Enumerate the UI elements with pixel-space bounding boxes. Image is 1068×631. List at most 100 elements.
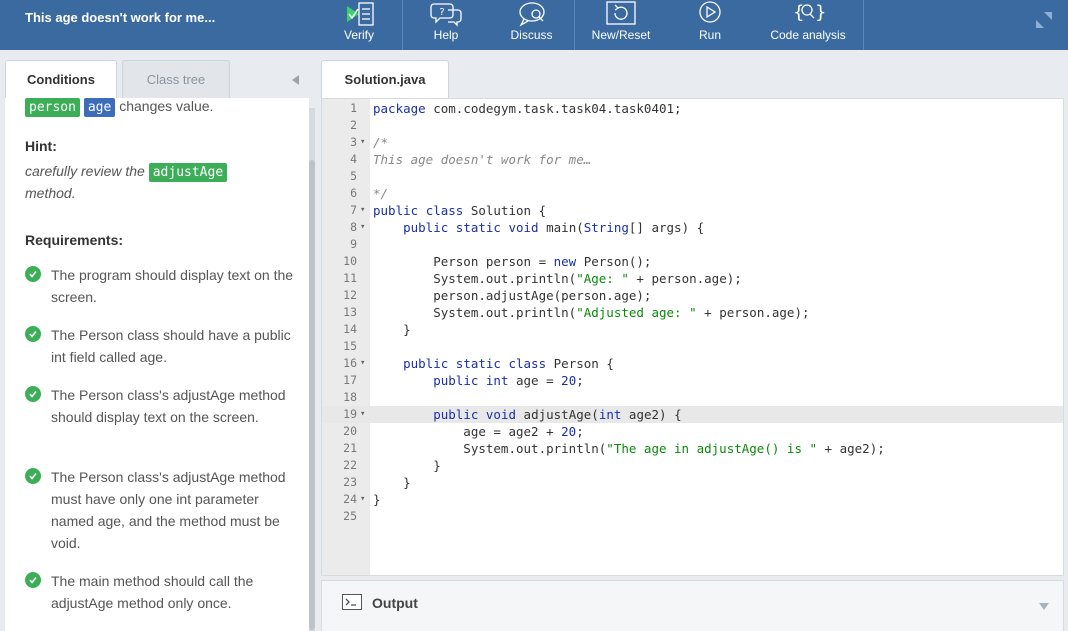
- code-line[interactable]: 22 }: [322, 457, 1063, 474]
- check-icon: [25, 572, 41, 588]
- requirement-item: The Person class's adjustAge method shou…: [25, 384, 295, 428]
- discuss-label: Discuss: [510, 28, 553, 42]
- verify-button[interactable]: Verify: [316, 0, 403, 50]
- requirement-text: The Person class's adjustAge method must…: [51, 469, 286, 551]
- code-line[interactable]: 12 person.adjustAge(person.age);: [322, 287, 1063, 304]
- fold-arrow-icon[interactable]: ▾: [360, 219, 365, 236]
- code-text: package com.codegym.task.task04.task0401…: [373, 101, 682, 116]
- run-label: Run: [698, 28, 721, 42]
- run-button[interactable]: Run: [667, 0, 753, 50]
- code-text: public class Solution {: [373, 203, 547, 218]
- code-text: }: [373, 322, 411, 337]
- output-panel[interactable]: Output: [321, 580, 1064, 631]
- code-line[interactable]: 20 age = age2 + 20;: [322, 423, 1063, 440]
- code-text: }: [373, 492, 381, 507]
- code-line[interactable]: 16 ▾ public static class Person {: [322, 355, 1063, 372]
- code-line[interactable]: 6 */: [322, 185, 1063, 202]
- code-text: public static class Person {: [403, 356, 614, 371]
- code-line[interactable]: 1 package com.codegym.task.task04.task040…: [322, 100, 1063, 117]
- code-line[interactable]: 8 ▾ public static void main(String[] args…: [322, 219, 1063, 236]
- line-number: 7: [350, 203, 357, 217]
- code-text: public static void main(String[] args) {: [403, 220, 705, 235]
- code-analysis-button[interactable]: { } Code analysis: [753, 0, 864, 50]
- code-line[interactable]: 4 This age doesn't work for me…: [322, 151, 1063, 168]
- requirement-text: The Person class should have a public in…: [51, 327, 291, 365]
- line-number: 12: [343, 288, 357, 302]
- requirement-text: The main method should call the adjustAg…: [51, 573, 254, 611]
- hint-title: Hint:: [25, 138, 57, 154]
- tab-class-tree[interactable]: Class tree: [122, 60, 230, 98]
- discuss-button[interactable]: Discuss: [489, 0, 575, 50]
- code-line[interactable]: 11 System.out.println("Age: " + person.a…: [322, 270, 1063, 287]
- code-line[interactable]: 23 }: [322, 474, 1063, 491]
- line-number: 11: [343, 271, 357, 285]
- line-number: 21: [343, 441, 357, 455]
- code-line[interactable]: 13 System.out.println("Adjusted age: " +…: [322, 304, 1063, 321]
- line-number: 9: [350, 237, 357, 251]
- code-line[interactable]: 14 }: [322, 321, 1063, 338]
- code-line[interactable]: 10 Person person = new Person();: [322, 253, 1063, 270]
- condition-line: person age changes value.: [25, 98, 213, 117]
- help-icon: ?: [426, 0, 466, 28]
- code-text: }: [373, 458, 441, 473]
- check-icon: [25, 468, 41, 484]
- fold-arrow-icon[interactable]: ▾: [360, 134, 365, 151]
- panel-collapse-arrow-icon[interactable]: [292, 72, 300, 90]
- code-line[interactable]: 24 ▾}: [322, 491, 1063, 508]
- help-button[interactable]: ? Help: [403, 0, 489, 50]
- run-icon: [690, 0, 730, 28]
- code-line[interactable]: 18: [322, 389, 1063, 406]
- check-icon: [25, 266, 41, 282]
- code-text: System.out.println("Adjusted age: " + pe…: [373, 305, 810, 320]
- code-line[interactable]: 21 System.out.println("The age in adjust…: [322, 440, 1063, 457]
- new-reset-button[interactable]: New/Reset: [575, 0, 667, 50]
- line-number: 4: [350, 152, 357, 166]
- requirement-item: The Person class should have a public in…: [25, 324, 295, 368]
- requirement-item: The program should display text on the s…: [25, 264, 295, 308]
- code-line[interactable]: 2: [322, 117, 1063, 134]
- output-title: Output: [372, 595, 418, 611]
- chevron-down-icon[interactable]: [1039, 598, 1049, 616]
- editor-tabs: Solution.java: [316, 50, 1068, 98]
- fold-arrow-icon[interactable]: ▾: [360, 406, 365, 423]
- top-bar: This age doesn't work for me... Verify ?: [0, 0, 1068, 50]
- reset-icon: [601, 0, 641, 28]
- line-number: 10: [343, 254, 357, 268]
- line-number: 18: [343, 390, 357, 404]
- code-text: age = age2 + 20;: [373, 424, 584, 439]
- code-analysis-icon: { }: [788, 0, 828, 28]
- code-line[interactable]: 3 ▾ /*: [322, 134, 1063, 151]
- line-number: 24: [343, 492, 357, 506]
- file-tab-solution[interactable]: Solution.java: [321, 60, 449, 98]
- requirement-item: The Person class's adjustAge method must…: [25, 466, 295, 554]
- line-number: 3: [350, 135, 357, 149]
- line-number: 8: [350, 220, 357, 234]
- help-label: Help: [433, 28, 459, 42]
- new-reset-label: New/Reset: [591, 28, 651, 42]
- conditions-scrollbar-thumb[interactable]: [309, 160, 315, 630]
- code-text: System.out.println("The age in adjustAge…: [373, 441, 885, 456]
- code-line[interactable]: 7 ▾ public class Solution {: [322, 202, 1063, 219]
- line-number: 25: [343, 509, 357, 523]
- collapse-icon[interactable]: [1034, 10, 1054, 35]
- code-text: */: [373, 186, 389, 201]
- code-line[interactable]: 17 public int age = 20;: [322, 372, 1063, 389]
- line-number: 15: [343, 339, 357, 353]
- code-text: person.adjustAge(person.age);: [373, 288, 652, 303]
- code-editor[interactable]: 1 package com.codegym.task.task04.task040…: [321, 98, 1064, 576]
- svg-text:}: }: [815, 2, 826, 23]
- line-number: 23: [343, 475, 357, 489]
- check-icon: [25, 386, 41, 402]
- requirement-item: The main method should call the adjustAg…: [25, 570, 295, 614]
- fold-arrow-icon[interactable]: ▾: [360, 491, 365, 508]
- hint-text-after: method.: [25, 185, 76, 201]
- tab-conditions[interactable]: Conditions: [5, 60, 117, 98]
- code-line[interactable]: 25: [322, 508, 1063, 525]
- code-line[interactable]: 15: [322, 338, 1063, 355]
- code-line[interactable]: 5: [322, 168, 1063, 185]
- code-line[interactable]: 19 ▾ public void adjustAge(int age2) {: [322, 406, 1063, 423]
- fold-arrow-icon[interactable]: ▾: [360, 355, 365, 372]
- code-line[interactable]: 9: [322, 236, 1063, 253]
- terminal-icon: [342, 594, 362, 615]
- fold-arrow-icon[interactable]: ▾: [360, 202, 365, 219]
